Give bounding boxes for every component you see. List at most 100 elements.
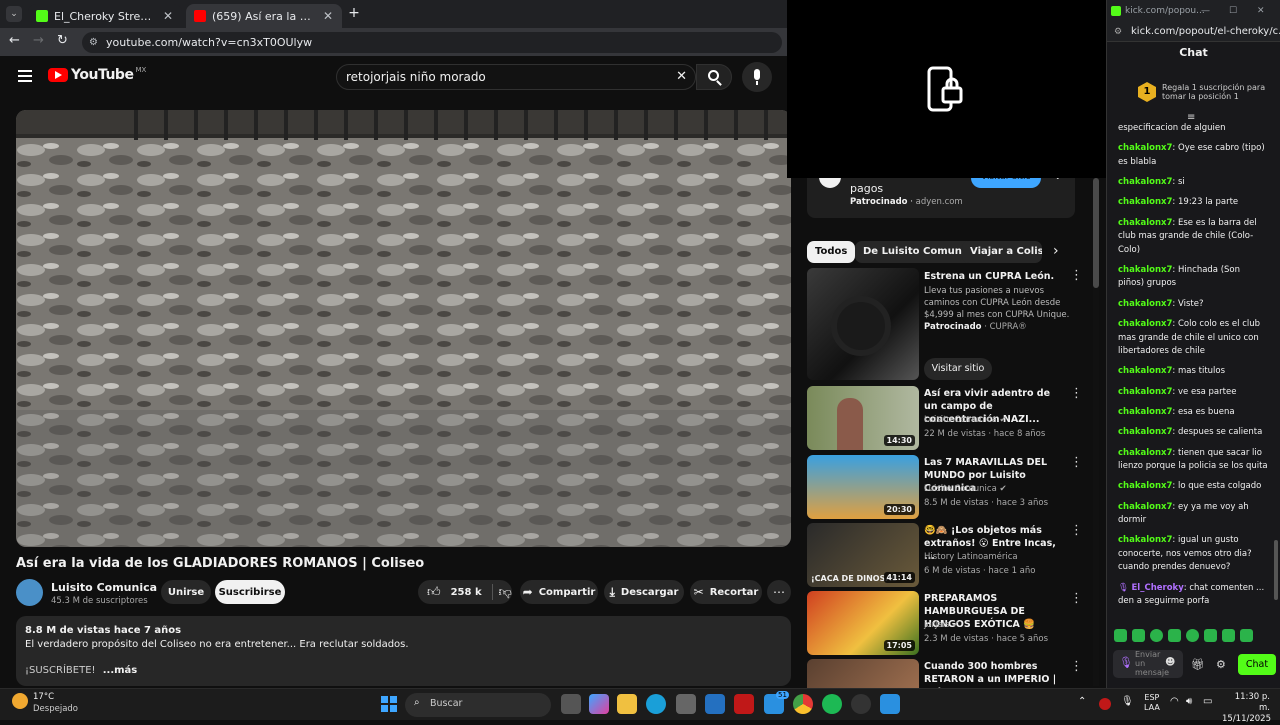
copilot-icon[interactable]: [589, 694, 609, 714]
send-chat-button[interactable]: Chat: [1238, 654, 1276, 675]
rank-badge-icon: 1: [1138, 82, 1156, 102]
recommendation-item[interactable]: 14:30 Así era vivir adentro de un campo …: [807, 386, 1092, 450]
close-window-icon[interactable]: ✕: [1257, 0, 1265, 22]
youtube-play-icon: [48, 68, 68, 82]
emote-icon[interactable]: [1114, 629, 1127, 642]
mic-tray-icon[interactable]: 🎙︎: [1121, 696, 1134, 707]
search-input[interactable]: retojorjais niño morado ✕: [336, 64, 696, 90]
voice-search-button[interactable]: [742, 62, 772, 92]
emote-icon[interactable]: [1186, 629, 1199, 642]
weather-widget[interactable]: 17°C Despejado: [12, 691, 82, 717]
channel-name[interactable]: Luisito Comunica ✔: [51, 581, 168, 594]
forward-icon[interactable]: →: [33, 33, 44, 48]
spotify-icon[interactable]: [822, 694, 842, 714]
vscode-icon[interactable]: [705, 694, 725, 714]
chip-coliseo[interactable]: Viajar a Coliseo: [962, 241, 1042, 263]
ad-card[interactable]: Estrena un CUPRA León. ⋮ Lleva tus pasio…: [807, 268, 1092, 380]
scissors-icon: ✂: [693, 585, 704, 599]
emote-icon[interactable]: [1222, 629, 1235, 642]
show-hidden-icons[interactable]: ⌃: [1078, 696, 1086, 707]
join-button[interactable]: Unirse: [161, 580, 211, 604]
app-tray-icon[interactable]: [1099, 698, 1111, 710]
language-indicator[interactable]: ESP LAA: [1144, 693, 1160, 713]
search-button[interactable]: [696, 64, 732, 90]
recommendation-item[interactable]: 17:05 PREPARAMOS HAMBURGUESA DE HONGOS E…: [807, 591, 1092, 655]
back-icon[interactable]: ←: [9, 33, 20, 48]
emoji-icon[interactable]: ☻: [1165, 657, 1175, 668]
chip-todos[interactable]: Todos: [807, 241, 856, 263]
emote-icon[interactable]: [1204, 629, 1217, 642]
mcafee-icon[interactable]: [734, 694, 754, 714]
gift-sub-promo[interactable]: 1 Regala 1 suscripción para tomar la pos…: [1138, 78, 1268, 106]
video-thumbnail: [807, 659, 919, 688]
maximize-icon[interactable]: ☐: [1229, 0, 1237, 22]
video-title: Así era la vida de los GLADIADORES ROMAN…: [16, 556, 425, 571]
tab-youtube[interactable]: (659) Así era la vida de los GLADIADORES…: [186, 4, 342, 28]
share-button[interactable]: ➦ Compartir: [520, 580, 598, 604]
edge-icon[interactable]: [646, 694, 666, 714]
url-field[interactable]: ⚙ youtube.com/watch?v=cn3xT0OUlyw: [82, 32, 782, 53]
minimize-icon[interactable]: —: [1201, 0, 1210, 22]
recommendation-item[interactable]: 20:30 Las 7 MARAVILLAS DEL MUNDO por Lui…: [807, 455, 1092, 519]
file-explorer-icon[interactable]: [617, 694, 637, 714]
emote-icon[interactable]: [1240, 629, 1253, 642]
settings-icon[interactable]: ⚙: [1216, 658, 1226, 671]
windows-start-icon[interactable]: [381, 696, 397, 712]
store-icon[interactable]: [676, 694, 696, 714]
close-tab-icon[interactable]: ✕: [322, 9, 334, 23]
battery-icon[interactable]: ▭: [1203, 696, 1212, 707]
screen-app-icon[interactable]: [880, 694, 900, 714]
volume-icon[interactable]: 🔊︎: [1186, 696, 1192, 707]
recommendation-item[interactable]: ¡CACA DE DINOSAU 41:14 🤓🙈 ¡Los objetos m…: [807, 523, 1092, 587]
more-options-icon[interactable]: ⋮: [1070, 268, 1083, 283]
gift-icon[interactable]: 🎁︎: [1191, 658, 1205, 671]
tab-list-button[interactable]: ⌄: [6, 6, 22, 22]
ad-visit-site-button[interactable]: Visitar sitio: [924, 358, 992, 380]
new-tab-button[interactable]: +: [346, 5, 362, 21]
verified-icon: ✔: [999, 484, 1007, 494]
subscribe-button[interactable]: Suscribirse: [215, 580, 285, 604]
reload-icon[interactable]: ↻: [57, 33, 68, 48]
chat-scrollbar[interactable]: [1274, 120, 1278, 620]
description-box[interactable]: 8.8 M de vistas hace 7 años El verdadero…: [16, 616, 791, 686]
recommendation-item[interactable]: Cuando 300 hombres RETARON a un IMPERIO …: [807, 659, 1092, 688]
more-actions-button[interactable]: ⋯: [767, 580, 791, 604]
tab-kick[interactable]: El_Cheroky Stream - Watch Live ✕: [28, 4, 182, 28]
clear-search-icon[interactable]: ✕: [676, 65, 687, 89]
more-options-icon[interactable]: ⋮: [1070, 455, 1083, 470]
chat-message: chakalonx7: despues se calienta: [1118, 427, 1263, 438]
clip-button[interactable]: ✂ Recortar: [690, 580, 762, 604]
emote-icon[interactable]: [1132, 629, 1145, 642]
more-options-icon[interactable]: ⋮: [1070, 591, 1083, 606]
clock[interactable]: 11:30 p. m. 15/11/2025: [1222, 692, 1271, 725]
site-info-icon[interactable]: ⚙: [89, 32, 98, 53]
download-button[interactable]: ⤓ Descargar: [604, 580, 684, 604]
chevron-right-icon[interactable]: ›: [1053, 243, 1059, 259]
chrome-icon[interactable]: [793, 694, 813, 714]
taskbar-search[interactable]: ⌕ Buscar: [405, 693, 551, 717]
show-more-link[interactable]: ...más: [103, 665, 138, 676]
like-button[interactable]: 👍︎ 258 k: [427, 585, 482, 600]
kick-favicon-icon: [36, 10, 48, 22]
dislike-button[interactable]: 👎︎: [499, 585, 512, 600]
close-tab-icon[interactable]: ✕: [162, 9, 174, 23]
youtube-logo[interactable]: YouTube MX: [48, 66, 146, 83]
channel-avatar[interactable]: [16, 579, 43, 606]
page-scrollbar[interactable]: [1093, 178, 1099, 686]
task-view-icon[interactable]: [561, 694, 581, 714]
more-options-icon[interactable]: ⋮: [1070, 386, 1083, 401]
emote-icon[interactable]: [1150, 629, 1163, 642]
menu-icon[interactable]: [18, 70, 32, 82]
wifi-icon[interactable]: ◠: [1170, 696, 1179, 707]
more-options-icon[interactable]: ⋮: [1070, 659, 1083, 674]
chat-message: chakalonx7: esa es buena: [1118, 406, 1235, 417]
obs-icon[interactable]: [851, 694, 871, 714]
kick-url-bar[interactable]: ⚙ kick.com/popout/el-cheroky/c...: [1107, 22, 1280, 42]
more-options-icon[interactable]: ⋮: [1070, 523, 1083, 538]
chat-message: chakalonx7: lo que esta colgado: [1118, 481, 1262, 492]
emote-icon[interactable]: [1168, 629, 1181, 642]
mic-icon: [754, 69, 760, 80]
chat-input[interactable]: 🎙︎ Enviar un mensaje ☻: [1113, 650, 1183, 678]
video-player[interactable]: [16, 110, 791, 547]
chat-message: chakalonx7: Colo colo es el club mas gra…: [1118, 319, 1261, 357]
